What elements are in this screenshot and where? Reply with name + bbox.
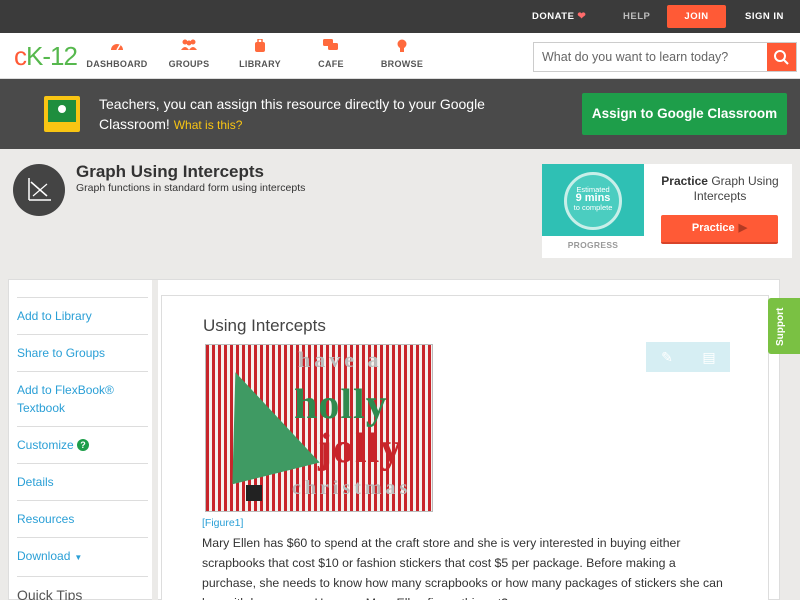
nav-groups-label: GROUPS bbox=[168, 59, 210, 69]
nav-groups[interactable]: GROUPS bbox=[154, 39, 224, 69]
figure-word-jolly: jolly bbox=[318, 426, 403, 472]
nav-dashboard-label: DASHBOARD bbox=[86, 59, 148, 69]
nav-cafe-label: CAFE bbox=[318, 59, 344, 69]
browse-bulb-icon bbox=[367, 39, 437, 55]
google-classroom-banner: Teachers, you can assign this resource d… bbox=[0, 79, 800, 149]
join-button[interactable]: JOIN bbox=[667, 5, 726, 28]
nav-library-label: LIBRARY bbox=[239, 59, 281, 69]
customize-link[interactable]: Customize ? bbox=[17, 426, 148, 463]
groups-people-icon bbox=[154, 39, 224, 55]
add-to-flexbook-link[interactable]: Add to FlexBook® Textbook bbox=[17, 371, 148, 426]
action-sidebar: Add to Library Share to Groups Add to Fl… bbox=[17, 297, 148, 600]
figure-word-christmas: christmas bbox=[292, 477, 412, 499]
resources-link[interactable]: Resources bbox=[17, 500, 148, 537]
add-to-library-link[interactable]: Add to Library bbox=[17, 297, 148, 334]
logo-c: c bbox=[14, 41, 27, 71]
concept-subtitle: Graph functions in standard form using i… bbox=[76, 182, 306, 194]
sidebar-divider bbox=[152, 280, 158, 600]
to-complete-label: to complete bbox=[573, 203, 613, 212]
figure-word-have-a: have a bbox=[298, 347, 383, 372]
donate-label: DONATE bbox=[532, 11, 575, 22]
practice-card: Estimated 9 mins to complete PROGRESS Pr… bbox=[542, 164, 792, 258]
what-is-this-link[interactable]: What is this? bbox=[174, 118, 243, 132]
donate-link[interactable]: DONATE ❤ bbox=[532, 0, 586, 33]
time-estimate-badge: Estimated 9 mins to complete bbox=[564, 172, 622, 230]
article-body: Mary Ellen has $60 to spend at the craft… bbox=[202, 536, 723, 600]
customize-label: Customize bbox=[17, 438, 74, 452]
sign-in-link[interactable]: SIGN IN bbox=[745, 0, 784, 33]
article-panel: Using Intercepts ✎ ▤ have a holly jolly … bbox=[161, 295, 769, 600]
practice-description: Practice Graph Using Intercepts bbox=[652, 174, 788, 204]
dashboard-gauge-icon bbox=[82, 39, 152, 55]
estimated-minutes: 9 mins bbox=[575, 192, 611, 204]
christmas-card-figure: have a holly jolly christmas bbox=[205, 344, 433, 512]
nav-cafe[interactable]: CAFE bbox=[296, 39, 366, 69]
chevron-right-icon: ▶ bbox=[738, 222, 748, 234]
practice-button[interactable]: Practice ▶ bbox=[661, 215, 778, 244]
search-icon bbox=[774, 50, 789, 65]
main-nav: cK-12 DASHBOARD GROUPS LIBRARY CAFE BROW… bbox=[0, 33, 800, 79]
article-title: Using Intercepts bbox=[203, 316, 326, 335]
download-link[interactable]: Download ▼ bbox=[17, 537, 148, 576]
share-to-groups-link[interactable]: Share to Groups bbox=[17, 334, 148, 371]
library-bag-icon bbox=[225, 38, 295, 55]
graph-concept-icon bbox=[13, 164, 65, 216]
figure-caption[interactable]: [Figure1] bbox=[202, 517, 243, 529]
progress-panel: Estimated 9 mins to complete PROGRESS bbox=[542, 164, 644, 258]
search-button[interactable] bbox=[767, 43, 796, 71]
heart-icon: ❤ bbox=[577, 11, 587, 22]
nav-dashboard[interactable]: DASHBOARD bbox=[82, 39, 152, 69]
banner-message: Teachers, you can assign this resource d… bbox=[99, 96, 485, 132]
top-utility-bar: DONATE ❤ HELP JOIN SIGN IN bbox=[0, 0, 800, 33]
nav-browse-label: BROWSE bbox=[380, 59, 424, 69]
classroom-banner-text: Teachers, you can assign this resource d… bbox=[99, 94, 519, 135]
quick-tips-heading[interactable]: Quick Tips bbox=[17, 576, 148, 600]
notes-icon[interactable]: ▤ bbox=[688, 342, 730, 372]
edit-pencil-icon[interactable]: ✎ bbox=[646, 342, 688, 372]
estimate-graphic: Estimated 9 mins to complete bbox=[542, 164, 644, 236]
tree-trunk bbox=[246, 485, 262, 501]
google-classroom-icon bbox=[44, 96, 80, 132]
figure-word-holly: holly bbox=[294, 382, 388, 428]
details-link[interactable]: Details bbox=[17, 463, 148, 500]
ck12-logo[interactable]: cK-12 bbox=[14, 41, 78, 72]
nav-library[interactable]: LIBRARY bbox=[225, 38, 295, 69]
search-box bbox=[533, 42, 797, 72]
help-question-icon[interactable]: ? bbox=[77, 439, 90, 451]
practice-button-label: Practice bbox=[691, 222, 735, 234]
concept-title: Graph Using Intercepts bbox=[76, 162, 264, 181]
download-label: Download bbox=[17, 549, 71, 563]
search-input[interactable] bbox=[534, 43, 768, 71]
caret-down-icon: ▼ bbox=[74, 553, 83, 562]
assign-google-classroom-button[interactable]: Assign to Google Classroom bbox=[582, 93, 787, 135]
nav-browse[interactable]: BROWSE bbox=[367, 39, 437, 69]
logo-12: -12 bbox=[42, 41, 78, 71]
progress-label: PROGRESS bbox=[567, 240, 619, 250]
cafe-chat-icon bbox=[296, 39, 366, 55]
support-label: Support bbox=[775, 307, 786, 346]
logo-k: K bbox=[26, 41, 43, 71]
help-link[interactable]: HELP bbox=[623, 0, 650, 33]
practice-lead: Practice bbox=[661, 174, 708, 188]
support-tab[interactable]: Support bbox=[768, 298, 800, 354]
article-tools: ✎ ▤ bbox=[646, 342, 730, 372]
